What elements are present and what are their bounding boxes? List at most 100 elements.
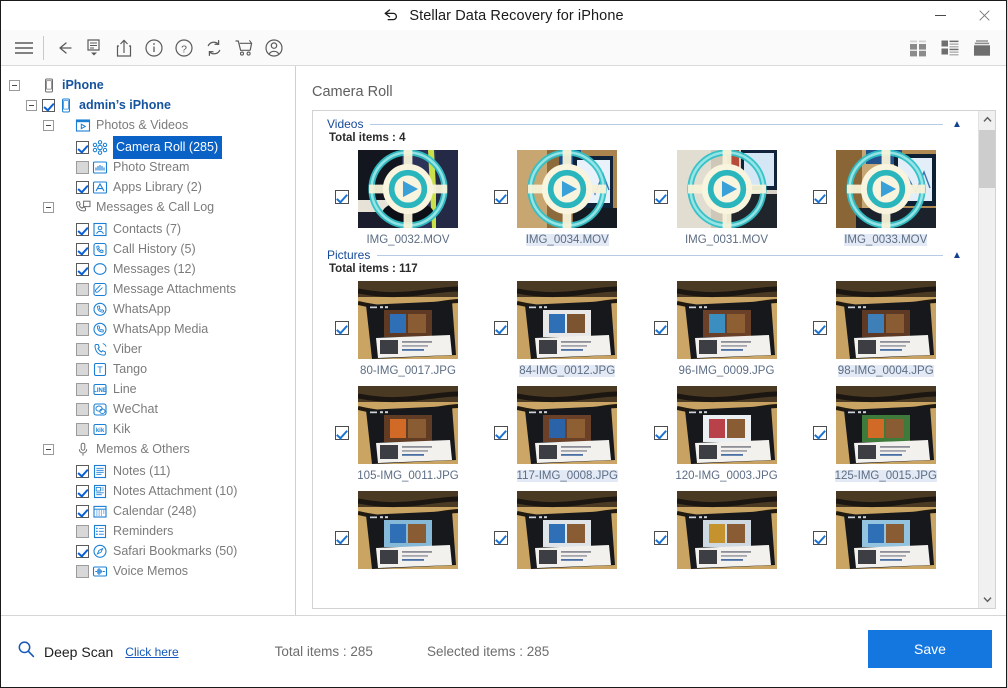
tree-checkbox[interactable] xyxy=(76,181,89,194)
sidebar-item-memos-others[interactable]: Memos & Others xyxy=(1,439,295,459)
thumbnail-tile[interactable] xyxy=(805,491,964,575)
thumbnail-checkbox[interactable] xyxy=(654,190,668,204)
thumbnail-tile[interactable]: 117-IMG_0008.JPG xyxy=(486,386,645,482)
picture-thumbnail[interactable] xyxy=(358,491,458,569)
tree-checkbox[interactable] xyxy=(76,323,89,336)
sidebar-item-whatsapp-media[interactable]: WhatsApp Media xyxy=(1,319,295,339)
thumbnail-tile[interactable] xyxy=(486,491,645,575)
close-button[interactable] xyxy=(962,1,1006,30)
list-view-icon[interactable] xyxy=(938,36,962,60)
sidebar-item-viber[interactable]: Viber xyxy=(1,339,295,359)
scroll-thumb[interactable] xyxy=(979,130,996,188)
group-collapse-chevron-icon[interactable]: ▲ xyxy=(950,250,964,261)
tree-checkbox[interactable] xyxy=(76,303,89,316)
thumbnail-tile[interactable]: 105-IMG_0011.JPG xyxy=(327,386,486,482)
sidebar-item-message-attachments[interactable]: Message Attachments xyxy=(1,279,295,299)
tree-checkbox[interactable] xyxy=(76,485,89,498)
sidebar-item-contacts-7[interactable]: Contacts (7) xyxy=(1,219,295,239)
tree-checkbox[interactable] xyxy=(76,423,89,436)
tree-checkbox[interactable] xyxy=(76,243,89,256)
minimize-button[interactable] xyxy=(918,1,962,30)
picture-thumbnail[interactable] xyxy=(358,281,458,359)
thumbnail-tile[interactable] xyxy=(327,491,486,575)
sidebar-item-tango[interactable]: TTango xyxy=(1,359,295,379)
picture-thumbnail[interactable] xyxy=(836,491,936,569)
scroll-track[interactable] xyxy=(979,128,996,591)
collapse-minus-icon[interactable] xyxy=(9,80,20,91)
thumbnail-tile[interactable]: 84-IMG_0012.JPG xyxy=(486,281,645,377)
sidebar-item-whatsapp[interactable]: WhatsApp xyxy=(1,299,295,319)
thumbnail-checkbox[interactable] xyxy=(335,531,349,545)
thumbnail-tile[interactable]: IMG_0031.MOV xyxy=(646,150,805,246)
sidebar-tree[interactable]: iPhoneadmin’s iPhonePhotos & VideosCamer… xyxy=(1,66,296,615)
thumbnail-tile[interactable]: 96-IMG_0009.JPG xyxy=(646,281,805,377)
thumbnail-tile[interactable] xyxy=(646,491,805,575)
sidebar-item-wechat[interactable]: WeChat xyxy=(1,399,295,419)
tree-checkbox[interactable] xyxy=(76,223,89,236)
thumbnail-tile[interactable]: 125-IMG_0015.JPG xyxy=(805,386,964,482)
tree-checkbox[interactable] xyxy=(76,525,89,538)
detail-view-icon[interactable] xyxy=(970,36,994,60)
list-dropdown-icon[interactable] xyxy=(79,33,109,63)
tree-checkbox[interactable] xyxy=(76,161,89,174)
sidebar-item-messages-12[interactable]: Messages (12) xyxy=(1,259,295,279)
cart-icon[interactable] xyxy=(229,33,259,63)
thumbnail-checkbox[interactable] xyxy=(494,531,508,545)
tree-checkbox[interactable] xyxy=(76,465,89,478)
back-arrow-icon[interactable] xyxy=(49,33,79,63)
collapse-minus-icon[interactable] xyxy=(43,120,54,131)
video-thumbnail[interactable] xyxy=(677,150,777,228)
thumbnail-checkbox[interactable] xyxy=(335,426,349,440)
scroll-down-button[interactable] xyxy=(979,591,996,608)
picture-thumbnail[interactable] xyxy=(517,491,617,569)
picture-thumbnail[interactable] xyxy=(677,491,777,569)
tree-checkbox[interactable] xyxy=(76,363,89,376)
sidebar-item-admin-s-iphone[interactable]: admin’s iPhone xyxy=(1,95,295,115)
tree-checkbox[interactable] xyxy=(76,565,89,578)
refresh-icon[interactable] xyxy=(199,33,229,63)
thumbnail-checkbox[interactable] xyxy=(813,426,827,440)
info-icon[interactable] xyxy=(139,33,169,63)
thumbnail-tile[interactable]: IMG_0034.MOV xyxy=(486,150,645,246)
sidebar-item-kik[interactable]: kikKik xyxy=(1,419,295,439)
thumbnail-checkbox[interactable] xyxy=(654,531,668,545)
grid-view-icon[interactable] xyxy=(906,36,930,60)
hamburger-menu-icon[interactable] xyxy=(9,33,39,63)
thumbnail-tile[interactable]: IMG_0033.MOV xyxy=(805,150,964,246)
sidebar-item-safari-bookmarks-50[interactable]: Safari Bookmarks (50) xyxy=(1,541,295,561)
thumbnail-checkbox[interactable] xyxy=(654,321,668,335)
deep-scan-link[interactable]: Click here xyxy=(125,645,178,659)
help-question-icon[interactable]: ? xyxy=(169,33,199,63)
picture-thumbnail[interactable] xyxy=(358,386,458,464)
share-upload-icon[interactable] xyxy=(109,33,139,63)
tree-checkbox[interactable] xyxy=(76,403,89,416)
scroll-up-button[interactable] xyxy=(979,111,996,128)
sidebar-item-apps-library-2[interactable]: Apps Library (2) xyxy=(1,177,295,197)
collapse-minus-icon[interactable] xyxy=(43,444,54,455)
video-thumbnail[interactable] xyxy=(517,150,617,228)
thumbnail-checkbox[interactable] xyxy=(494,321,508,335)
video-thumbnail[interactable] xyxy=(836,150,936,228)
thumbnail-checkbox[interactable] xyxy=(494,426,508,440)
thumbnail-checkbox[interactable] xyxy=(654,426,668,440)
thumbnail-checkbox[interactable] xyxy=(813,321,827,335)
vertical-scrollbar[interactable] xyxy=(978,111,995,608)
sidebar-item-calendar-248[interactable]: Calendar (248) xyxy=(1,501,295,521)
picture-thumbnail[interactable] xyxy=(836,281,936,359)
thumbnail-checkbox[interactable] xyxy=(335,190,349,204)
sidebar-item-photo-stream[interactable]: Photo Stream xyxy=(1,157,295,177)
sidebar-item-reminders[interactable]: Reminders xyxy=(1,521,295,541)
tree-checkbox[interactable] xyxy=(76,343,89,356)
thumbnail-tile[interactable]: 120-IMG_0003.JPG xyxy=(646,386,805,482)
tree-checkbox[interactable] xyxy=(42,99,55,112)
sidebar-item-iphone[interactable]: iPhone xyxy=(1,75,295,95)
collapse-minus-icon[interactable] xyxy=(43,202,54,213)
thumbnail-tile[interactable]: IMG_0032.MOV xyxy=(327,150,486,246)
save-button[interactable]: Save xyxy=(868,630,992,668)
group-collapse-chevron-icon[interactable]: ▲ xyxy=(950,119,964,130)
thumbnail-checkbox[interactable] xyxy=(813,190,827,204)
tree-checkbox[interactable] xyxy=(76,505,89,518)
sidebar-item-notes-11[interactable]: Notes (11) xyxy=(1,461,295,481)
thumbnail-tile[interactable]: 98-IMG_0004.JPG xyxy=(805,281,964,377)
video-thumbnail[interactable] xyxy=(358,150,458,228)
